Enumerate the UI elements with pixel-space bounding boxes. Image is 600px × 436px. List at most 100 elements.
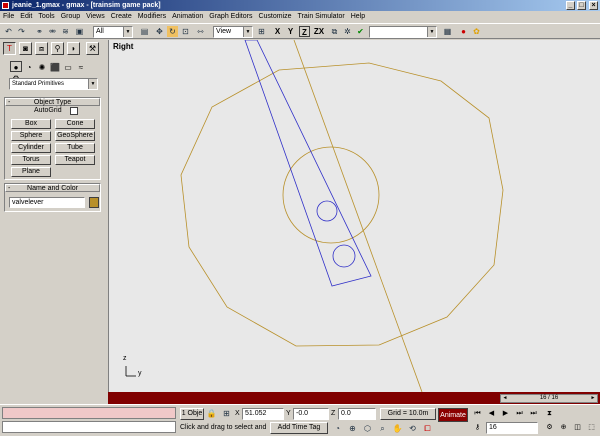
menu-create[interactable]: Create: [108, 11, 135, 23]
go-to-end-icon[interactable]: ⏭: [528, 408, 539, 419]
material-editor-icon[interactable]: ✿: [471, 26, 482, 37]
mirror-icon[interactable]: ⇿: [195, 26, 206, 37]
rotate-icon[interactable]: ↻: [167, 26, 178, 37]
select-by-name-icon[interactable]: ▤: [139, 26, 150, 37]
region-zoom-icon[interactable]: ⊕: [347, 423, 358, 434]
minimize-button[interactable]: _: [566, 1, 575, 10]
menu-group[interactable]: Group: [58, 11, 83, 23]
field-of-view-icon[interactable]: ◫: [572, 422, 583, 433]
geosphere-button[interactable]: GeoSphere: [55, 131, 95, 141]
zoom-time-icon[interactable]: ⊕: [558, 422, 569, 433]
reference-coord-dropdown[interactable]: View ▼: [213, 26, 253, 38]
walk-through-icon[interactable]: ⬚: [586, 422, 597, 433]
create-tab-icon[interactable]: T: [3, 42, 16, 55]
axis-x-button[interactable]: X: [272, 26, 283, 37]
maxscript-listener-bottom[interactable]: [2, 421, 176, 433]
pan-icon[interactable]: ✋: [392, 423, 403, 434]
cameras-icon[interactable]: ⬛: [49, 62, 61, 73]
zoom-extents-icon[interactable]: ⬡: [362, 423, 373, 434]
link-icon[interactable]: ⚭: [34, 26, 45, 37]
snap-icon[interactable]: ⧉: [329, 26, 340, 37]
quick-render-icon[interactable]: ●: [458, 26, 469, 37]
maximize-button[interactable]: □: [577, 1, 586, 10]
menu-customize[interactable]: Customize: [255, 11, 294, 23]
teapot-button[interactable]: Teapot: [55, 155, 95, 165]
menu-graph-editors[interactable]: Graph Editors: [206, 11, 255, 23]
helpers-icon[interactable]: ▭: [62, 62, 74, 73]
app-icon[interactable]: [2, 2, 9, 9]
degradation-override-icon[interactable]: ◔: [332, 423, 343, 434]
wheel-outline[interactable]: [180, 62, 504, 347]
chevron-right-icon[interactable]: ►: [589, 395, 597, 402]
named-selection-dropdown[interactable]: ▼: [369, 26, 437, 38]
axis-y-button[interactable]: Y: [285, 26, 296, 37]
torus-button[interactable]: Torus: [11, 155, 51, 165]
key-mode-icon[interactable]: ⧗: [544, 408, 555, 419]
tube-button[interactable]: Tube: [55, 143, 95, 153]
pivot-center-icon[interactable]: ⊞: [256, 26, 267, 37]
hierarchy-tab-icon[interactable]: ⧈: [35, 42, 48, 55]
menu-help[interactable]: Help: [348, 11, 368, 23]
menu-modifiers[interactable]: Modifiers: [135, 11, 169, 23]
redo-icon[interactable]: ↷: [16, 26, 27, 37]
cylinder-button[interactable]: Cylinder: [11, 143, 51, 153]
add-time-tag-button[interactable]: Add Time Tag: [270, 422, 328, 434]
object-name-field[interactable]: valvelever: [9, 197, 85, 208]
maxscript-listener-top[interactable]: [2, 407, 176, 419]
unlink-icon[interactable]: ⚮: [47, 26, 58, 37]
name-color-header[interactable]: - Name and Color: [5, 184, 100, 192]
viewport-right[interactable]: Right z y: [108, 40, 600, 392]
animate-button[interactable]: Animate: [438, 408, 468, 422]
x-coord-field[interactable]: 51.052: [242, 408, 284, 420]
modify-tab-icon[interactable]: ◙: [19, 42, 32, 55]
select-region-icon[interactable]: ▣: [74, 26, 85, 37]
close-button[interactable]: ×: [589, 1, 598, 10]
scale-icon[interactable]: ⊡: [180, 26, 191, 37]
object-color-swatch[interactable]: [89, 197, 99, 208]
display-tab-icon[interactable]: ◗: [67, 42, 80, 55]
autogrid-checkbox[interactable]: [70, 107, 78, 115]
valve-rod-line[interactable]: [293, 40, 423, 392]
render-scene-icon[interactable]: ▦: [442, 26, 453, 37]
time-slider[interactable]: ◄ 16 / 16 ►: [500, 394, 598, 403]
lock-icon[interactable]: 🔒: [206, 408, 217, 419]
shapes-icon[interactable]: ◔: [23, 62, 35, 73]
z-coord-field[interactable]: 0.0: [338, 408, 376, 420]
box-button[interactable]: Box: [11, 119, 51, 129]
selection-filter-dropdown[interactable]: All ▼: [93, 26, 133, 38]
utilities-tab-icon[interactable]: ⚒: [86, 42, 99, 55]
transform-gizmo-icon[interactable]: ✲: [342, 26, 353, 37]
menu-tools[interactable]: Tools: [35, 11, 57, 23]
next-frame-icon[interactable]: ⏭: [514, 408, 525, 419]
maximize-viewport-icon[interactable]: ⧠: [422, 423, 433, 434]
y-coord-field[interactable]: -0.0: [293, 408, 329, 420]
axis-z-button[interactable]: Z: [299, 26, 310, 37]
menu-animation[interactable]: Animation: [169, 11, 206, 23]
axis-zx-button[interactable]: ZX: [312, 26, 326, 37]
spacewarps-icon[interactable]: ≈: [75, 62, 87, 73]
time-config-icon[interactable]: ⚙: [544, 422, 555, 433]
bind-spacewarp-icon[interactable]: ≋: [60, 26, 71, 37]
motion-tab-icon[interactable]: ⚲: [51, 42, 64, 55]
current-frame-field[interactable]: 16: [486, 422, 538, 434]
geometry-icon[interactable]: ●: [10, 61, 22, 72]
lights-icon[interactable]: ✺: [36, 62, 48, 73]
absolute-mode-icon[interactable]: ⊞: [221, 408, 232, 419]
move-icon[interactable]: ✥: [154, 26, 165, 37]
menu-edit[interactable]: Edit: [17, 11, 35, 23]
chevron-left-icon[interactable]: ◄: [501, 395, 509, 402]
hub-circle[interactable]: [282, 146, 380, 244]
checkmark-icon[interactable]: ✔: [355, 26, 366, 37]
pivot-circle-upper[interactable]: [316, 200, 338, 222]
go-to-start-icon[interactable]: ⏮: [472, 408, 483, 419]
zoom-icon[interactable]: ⌕: [377, 423, 388, 434]
arc-rotate-icon[interactable]: ⟲: [407, 423, 418, 434]
cone-button[interactable]: Cone: [55, 119, 95, 129]
pivot-circle-lower[interactable]: [332, 244, 356, 268]
menu-file[interactable]: File: [0, 11, 17, 23]
key-icon[interactable]: ⚷: [472, 422, 483, 433]
object-category-dropdown[interactable]: Standard Primitives ▼: [9, 78, 98, 90]
menu-train-simulator[interactable]: Train Simulator: [295, 11, 348, 23]
play-icon[interactable]: ▶: [500, 408, 511, 419]
plane-button[interactable]: Plane: [11, 167, 51, 177]
